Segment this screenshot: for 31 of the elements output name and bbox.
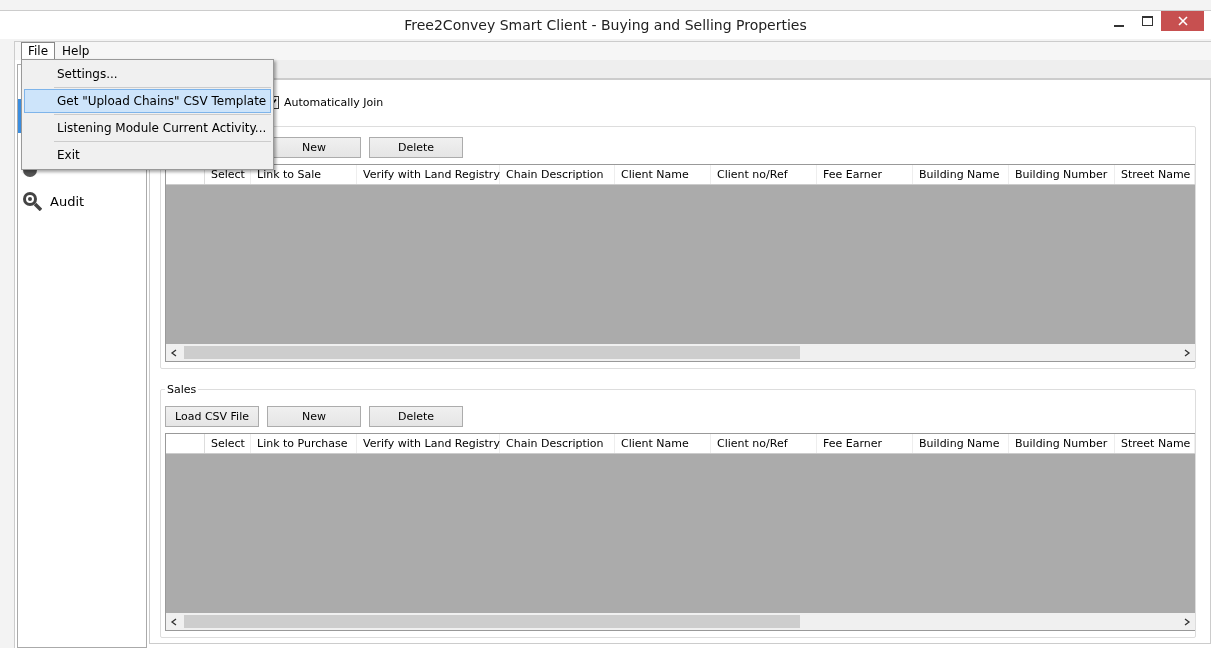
column-header[interactable]: Chain Description bbox=[500, 434, 615, 453]
window-title: Free2Convey Smart Client - Buying and Selling Properties bbox=[404, 17, 807, 33]
menu-item[interactable]: Settings... bbox=[24, 62, 271, 86]
grid-button[interactable]: Load CSV File bbox=[165, 406, 259, 427]
column-header[interactable]: Client Name bbox=[615, 165, 711, 184]
column-header[interactable]: Building Number bbox=[1009, 165, 1115, 184]
column-header[interactable]: Fee Earner bbox=[817, 434, 913, 453]
column-header[interactable]: Building Name bbox=[913, 434, 1009, 453]
column-header[interactable]: Building Number bbox=[1009, 434, 1115, 453]
grid-button[interactable]: Delete bbox=[369, 406, 463, 427]
column-header[interactable]: Fee Earner bbox=[817, 165, 913, 184]
checkbox-label: Automatically Join bbox=[284, 95, 384, 109]
grid-button[interactable]: Delete bbox=[369, 137, 463, 158]
menu-item[interactable]: File bbox=[21, 42, 56, 60]
column-header[interactable]: Chain Description bbox=[500, 165, 615, 184]
column-header[interactable]: Client Name bbox=[615, 434, 711, 453]
menu-item[interactable]: Help bbox=[55, 42, 97, 60]
group-title: Sales bbox=[166, 383, 198, 396]
column-header[interactable]: Link to Purchase bbox=[251, 434, 357, 453]
column-header[interactable]: Select bbox=[205, 434, 251, 453]
column-header[interactable]: Building Name bbox=[913, 165, 1009, 184]
sidebar-item[interactable]: Audit bbox=[18, 187, 146, 215]
menu-item[interactable]: Get "Upload Chains" CSV Template bbox=[24, 89, 271, 113]
column-header[interactable]: Verify with Land Registry bbox=[357, 434, 500, 453]
column-header[interactable]: Street Name bbox=[1115, 165, 1195, 184]
column-header[interactable]: Street Name bbox=[1115, 434, 1195, 453]
column-header[interactable]: Client no/Ref bbox=[711, 434, 817, 453]
grid-button[interactable]: New bbox=[267, 406, 361, 427]
column-header[interactable]: Verify with Land Registry bbox=[357, 165, 500, 184]
menu-item[interactable]: Listening Module Current Activity... bbox=[24, 116, 271, 140]
column-header[interactable]: Client no/Ref bbox=[711, 165, 817, 184]
